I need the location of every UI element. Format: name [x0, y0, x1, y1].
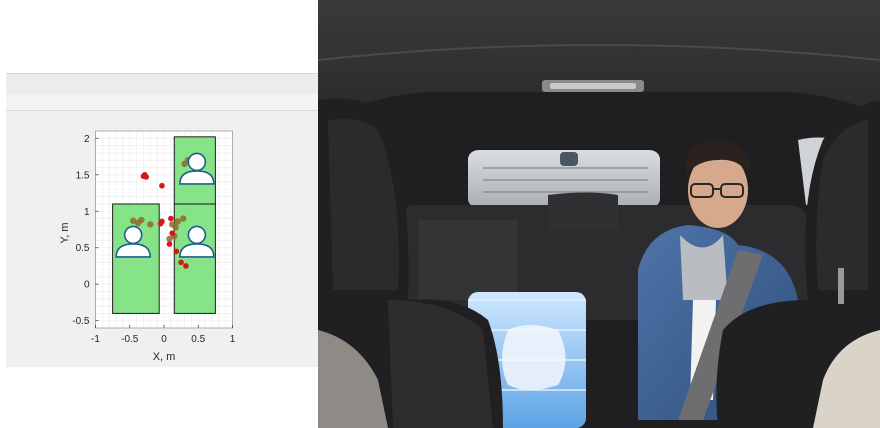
red-point: [143, 174, 149, 180]
red-point: [159, 218, 165, 225]
y-tick-label: 0: [84, 280, 90, 291]
olive-point: [179, 215, 187, 222]
x-tick-label: 0: [161, 334, 167, 345]
occupancy-plot-window: -1 -0.5 0 0.5 1 -0.5 0 0.5 1 1.5 2 X, m Y, m: [6, 73, 318, 367]
olive-point: [174, 218, 181, 225]
olive-point: [172, 224, 179, 231]
x-tick-label: -0.5: [121, 334, 139, 345]
red-point: [178, 259, 184, 266]
x-tick-label: 0.5: [191, 334, 205, 345]
x-axis-label: X, m: [153, 351, 176, 363]
occupancy-chart: -1 -0.5 0 0.5 1-0.500.511.52 X, m Y, m: [59, 130, 236, 363]
y-axis-label: Y, m: [59, 222, 71, 243]
rear-headrest-center: [548, 192, 618, 230]
occupant-head: [123, 225, 143, 245]
red-point: [183, 263, 189, 269]
occupant-body: [179, 243, 215, 258]
x-tick-label: 1: [230, 334, 236, 345]
x-tick-label: -1: [91, 334, 100, 345]
red-point: [166, 241, 173, 247]
y-tick-label: 1: [84, 207, 90, 218]
cabin-camera-photo: [318, 0, 880, 428]
y-tick-label: -0.5: [72, 316, 90, 327]
olive-point: [138, 216, 145, 224]
occupant-head: [187, 225, 207, 245]
headrest-post: [838, 268, 844, 304]
red-point: [159, 182, 165, 189]
occupant-head: [187, 152, 207, 172]
y-tick-label: 0.5: [76, 243, 90, 254]
occupant-body: [115, 243, 151, 258]
olive-point: [147, 221, 154, 228]
y-tick-label: 1.5: [76, 170, 90, 181]
red-point: [173, 248, 180, 255]
red-point: [169, 230, 176, 236]
cabin-scene: [318, 0, 880, 428]
red-point: [168, 215, 174, 222]
occupant-body: [179, 170, 215, 185]
y-tick-label: 2: [84, 134, 90, 145]
